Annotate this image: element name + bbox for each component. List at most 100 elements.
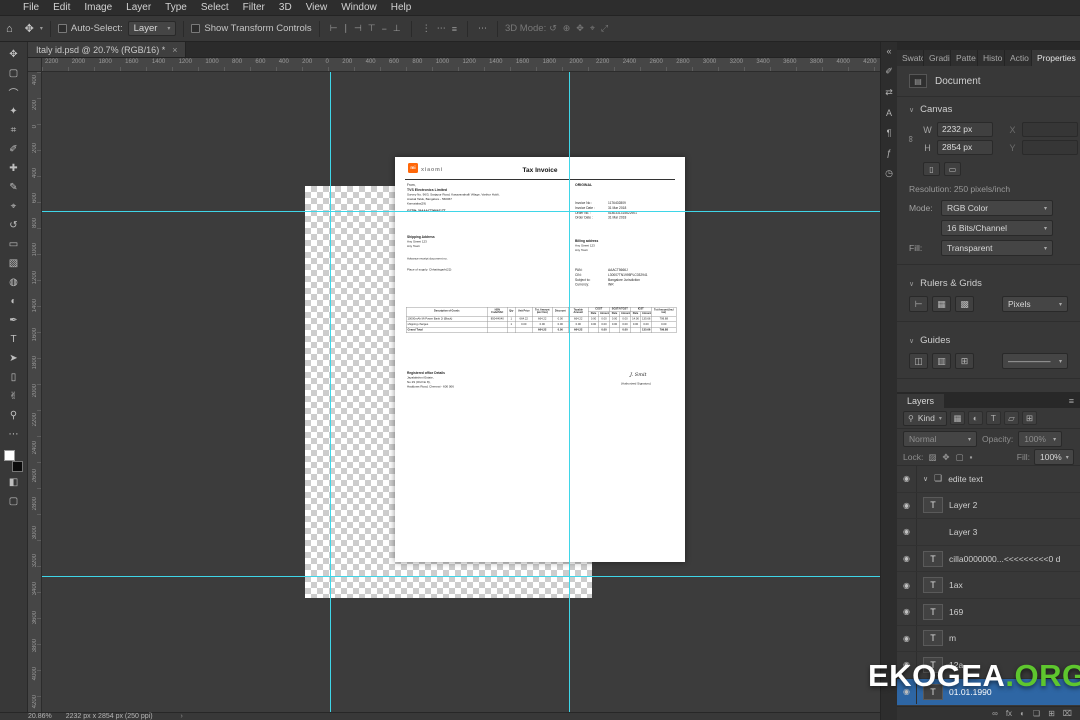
layer-filter-kind-dropdown[interactable]: ⚲ Kind ▾: [903, 411, 947, 426]
move-tool[interactable]: ✥: [2, 45, 26, 64]
layer-row[interactable]: ◉ T 169: [897, 599, 1080, 626]
hand-tool[interactable]: ✌: [2, 387, 26, 406]
lock-all-icon[interactable]: ▪: [970, 452, 973, 462]
chevron-right-icon[interactable]: ›: [181, 713, 183, 720]
panel-tab[interactable]: Swatc: [897, 50, 924, 66]
align-right-icon[interactable]: ⊣: [354, 23, 362, 34]
link-layers-icon[interactable]: ∞: [992, 709, 998, 718]
panel-menu-icon[interactable]: ≡: [1063, 396, 1080, 408]
menu-item[interactable]: View: [299, 0, 335, 16]
blur-tool[interactable]: ◍: [2, 273, 26, 292]
filter-smart-objects-icon[interactable]: ⊞: [1022, 411, 1037, 425]
eyedropper-tool[interactable]: ✐: [2, 140, 26, 159]
visibility-eye-icon[interactable]: ◉: [903, 581, 910, 590]
menu-item[interactable]: Image: [77, 0, 119, 16]
align-center-vertical-icon[interactable]: −: [382, 24, 387, 34]
menu-item[interactable]: 3D: [272, 0, 299, 16]
menu-item[interactable]: Type: [158, 0, 194, 16]
quick-selection-tool[interactable]: ✦: [2, 102, 26, 121]
guide-horizontal[interactable]: [42, 576, 880, 577]
filter-pixel-layers-icon[interactable]: ▦: [950, 411, 965, 425]
canvas-fill-dropdown[interactable]: Transparent ▾: [941, 240, 1053, 256]
menu-item[interactable]: Layer: [119, 0, 158, 16]
layer-row[interactable]: ◉ T cilla0000000...<<<<<<<<<0 d: [897, 546, 1080, 573]
home-icon[interactable]: ⌂: [6, 23, 13, 35]
marquee-tool[interactable]: ▢: [2, 64, 26, 83]
new-layer-icon[interactable]: ⊞: [1048, 709, 1055, 718]
menu-item[interactable]: Select: [194, 0, 236, 16]
visibility-eye-icon[interactable]: ◉: [903, 474, 910, 483]
zoom-level-field[interactable]: 20.86%: [28, 713, 52, 720]
zoom-tool[interactable]: ⚲: [2, 406, 26, 425]
panel-tab[interactable]: Patte: [951, 50, 978, 66]
history-brush-tool[interactable]: ↺: [2, 216, 26, 235]
layer-row-group[interactable]: ◉ ∨ ❏ edite text: [897, 466, 1080, 493]
ruler-units-dropdown[interactable]: Pixels ▾: [1002, 296, 1068, 312]
collapse-panels-icon[interactable]: «: [886, 46, 891, 56]
panel-tab[interactable]: Actio: [1005, 50, 1032, 66]
move-tool-preset-icon[interactable]: ✥: [25, 22, 34, 35]
edit-toolbar-icon[interactable]: ⋯: [2, 425, 26, 444]
lasso-tool[interactable]: ⌒: [2, 83, 26, 102]
tab-layers[interactable]: Layers: [897, 394, 944, 408]
auto-select-target-dropdown[interactable]: Layer ▾: [128, 21, 177, 36]
portrait-orientation-button[interactable]: ▯: [923, 162, 940, 176]
distribute-spacing-icon[interactable]: ≡: [452, 24, 457, 34]
link-dimensions-icon[interactable]: ∞: [906, 136, 916, 142]
guides-from-shape-icon[interactable]: ▥: [932, 353, 951, 369]
screen-mode-icon[interactable]: ▢: [2, 492, 26, 511]
lock-position-icon[interactable]: ✥: [942, 452, 949, 463]
eraser-tool[interactable]: ▭: [2, 235, 26, 254]
more-options-icon[interactable]: ⋯: [478, 23, 487, 34]
align-top-icon[interactable]: ⊤: [368, 23, 376, 34]
menu-item[interactable]: Window: [334, 0, 384, 16]
lock-guides-icon[interactable]: ⊞: [955, 353, 974, 369]
glyphs-panel-icon[interactable]: ƒ: [886, 148, 891, 158]
opacity-dropdown[interactable]: 100% ▾: [1018, 431, 1062, 447]
canvas-height-input[interactable]: 2854 px: [937, 140, 993, 155]
visibility-eye-icon[interactable]: ◉: [903, 527, 910, 536]
background-color-swatch[interactable]: [12, 461, 23, 472]
quick-mask-icon[interactable]: ◧: [2, 473, 26, 492]
adjustment-layer-icon[interactable]: ◐: [1020, 709, 1025, 718]
history-panel-icon[interactable]: ◷: [885, 168, 893, 179]
filter-type-layers-icon[interactable]: T: [986, 411, 1001, 425]
menu-item[interactable]: Help: [384, 0, 419, 16]
layer-row[interactable]: ◉ T Layer 2: [897, 493, 1080, 520]
filter-shape-layers-icon[interactable]: ▱: [1004, 411, 1019, 425]
clone-stamp-tool[interactable]: ⌖: [2, 197, 26, 216]
menu-item[interactable]: Edit: [46, 0, 77, 16]
toggle-rulers-icon[interactable]: ⊢: [909, 296, 928, 312]
layer-row[interactable]: ◉ T 1ax: [897, 572, 1080, 599]
swap-panel-icon[interactable]: ⇄: [885, 87, 893, 98]
rulers-grids-section-header[interactable]: ∨ Rulers & Grids: [897, 271, 1080, 293]
visibility-eye-icon[interactable]: ◉: [903, 607, 910, 616]
shape-tool[interactable]: ▯: [2, 368, 26, 387]
lock-transparency-icon[interactable]: ▨: [928, 452, 936, 463]
gradient-tool[interactable]: ▧: [2, 254, 26, 273]
path-selection-tool[interactable]: ➤: [2, 349, 26, 368]
guide-vertical[interactable]: [569, 72, 570, 712]
bit-depth-dropdown[interactable]: 16 Bits/Channel ▾: [941, 220, 1053, 236]
quick-actions-section-header[interactable]: ∨ Quick Actions: [897, 385, 1080, 392]
filter-adjustment-layers-icon[interactable]: ◐: [968, 411, 983, 425]
vertical-ruler[interactable]: 4002000200400600800100012001400160018002…: [28, 72, 42, 712]
pen-tool[interactable]: ✒: [2, 311, 26, 330]
guide-horizontal[interactable]: [42, 211, 880, 212]
toggle-grid-icon[interactable]: ▦: [932, 296, 951, 312]
show-transform-controls-checkbox[interactable]: [191, 24, 200, 33]
healing-brush-tool[interactable]: ✚: [2, 159, 26, 178]
delete-layer-icon[interactable]: ⌧: [1063, 709, 1072, 718]
color-mode-dropdown[interactable]: RGB Color ▾: [941, 200, 1053, 216]
document-tab[interactable]: Italy id.psd @ 20.7% (RGB/16) * ×: [28, 42, 186, 57]
brush-tool[interactable]: ✎: [2, 178, 26, 197]
canvas-section-header[interactable]: ∨ Canvas: [897, 97, 1080, 119]
canvas-width-input[interactable]: 2232 px: [937, 122, 993, 137]
tab-properties[interactable]: Properties: [1032, 50, 1080, 66]
align-left-icon[interactable]: ⊢: [330, 23, 338, 34]
paragraph-panel-icon[interactable]: ¶: [887, 128, 892, 138]
toggle-snap-icon[interactable]: ▩: [955, 296, 974, 312]
layer-row[interactable]: ◉ T m: [897, 626, 1080, 653]
layer-mask-icon[interactable]: ❏: [1033, 709, 1040, 718]
guide-vertical[interactable]: [330, 72, 331, 712]
